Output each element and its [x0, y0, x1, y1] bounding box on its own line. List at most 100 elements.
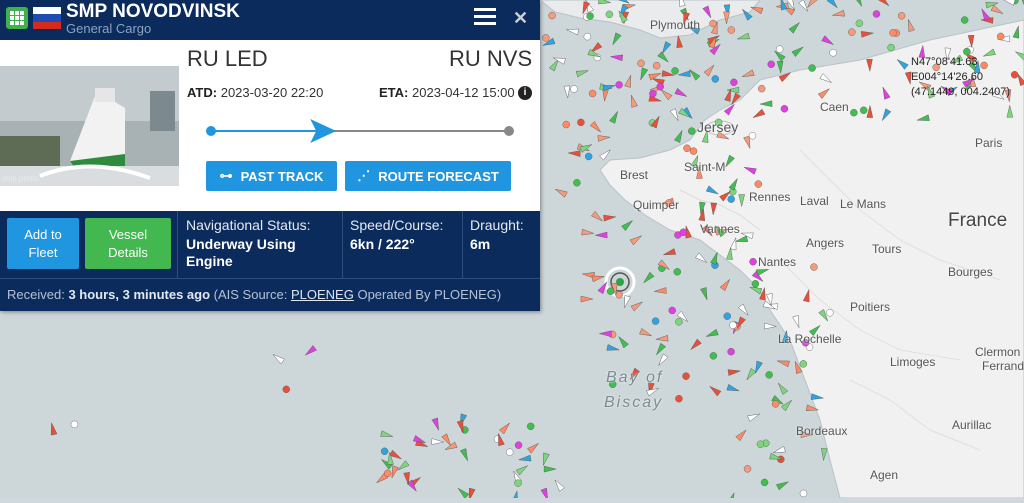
cursor-coordinates: N47°08'41.63 E004°14'26.60 (47.1449, 004…	[911, 55, 1010, 100]
map-label: Agen	[870, 468, 899, 482]
ship-marker[interactable]	[656, 82, 664, 91]
coord-lat: N47°08'41.63	[911, 56, 978, 68]
track-icon: ⊶	[219, 168, 233, 183]
ship-marker[interactable]	[751, 280, 760, 288]
ship-marker[interactable]	[673, 268, 682, 276]
ship-marker[interactable]	[729, 321, 737, 329]
ship-marker[interactable]	[897, 12, 906, 20]
ship-marker[interactable]	[651, 317, 660, 325]
ship-marker[interactable]	[765, 371, 773, 379]
ship-marker[interactable]	[799, 360, 808, 368]
map-label: Quimper	[633, 198, 680, 212]
ship-marker[interactable]	[799, 489, 808, 498]
ship-marker[interactable]	[709, 19, 717, 28]
hamburger-menu-icon[interactable]	[474, 8, 496, 26]
ship-marker[interactable]	[760, 478, 769, 487]
ship-marker[interactable]	[996, 32, 1005, 41]
ship-marker[interactable]	[514, 441, 523, 449]
ship-marker[interactable]	[887, 43, 895, 52]
ship-marker[interactable]	[675, 394, 683, 403]
ship-marker[interactable]	[573, 179, 581, 187]
ship-marker[interactable]	[688, 127, 696, 135]
ship-marker[interactable]	[1010, 71, 1019, 79]
ship-marker[interactable]	[829, 49, 837, 57]
add-to-fleet-button[interactable]: Add to Fleet	[7, 218, 79, 269]
ship-marker[interactable]	[615, 291, 623, 299]
draught: Draught: 6m	[470, 217, 524, 253]
russia-flag-icon	[33, 7, 61, 29]
ship-marker[interactable]	[754, 180, 763, 188]
ship-marker[interactable]	[383, 469, 392, 478]
ship-marker[interactable]	[505, 448, 514, 456]
ship-marker[interactable]	[675, 318, 683, 326]
ship-marker[interactable]	[826, 309, 834, 317]
ship-marker[interactable]	[748, 132, 757, 140]
ship-marker[interactable]	[527, 422, 535, 431]
ship-marker[interactable]	[775, 45, 784, 53]
ship-marker[interactable]	[682, 372, 690, 380]
ship-marker[interactable]	[730, 78, 738, 87]
ship-marker[interactable]	[588, 89, 597, 98]
ship-marker[interactable]	[727, 347, 735, 356]
ship-marker[interactable]	[679, 228, 688, 236]
nav-status-value-1: Underway Using	[186, 236, 296, 252]
destination-port[interactable]: RU NVS	[449, 46, 532, 72]
vessel-photo[interactable]: ship photo	[0, 66, 179, 186]
ship-marker[interactable]	[282, 385, 290, 394]
ship-marker[interactable]	[723, 312, 731, 320]
ship-marker[interactable]	[711, 75, 719, 83]
divider	[177, 211, 178, 278]
ship-marker[interactable]	[889, 29, 897, 37]
departure-port[interactable]: RU LED	[187, 46, 268, 72]
ship-marker[interactable]	[649, 89, 657, 98]
ship-marker[interactable]	[855, 19, 864, 27]
ship-marker[interactable]	[808, 64, 816, 72]
ship-marker[interactable]	[850, 108, 858, 117]
ship-marker[interactable]	[605, 10, 614, 19]
ship-marker[interactable]	[860, 106, 868, 114]
ship-marker[interactable]	[810, 263, 818, 271]
ship-marker[interactable]	[727, 195, 735, 203]
info-icon[interactable]: i	[518, 86, 532, 100]
ship-marker[interactable]	[583, 32, 592, 41]
route-forecast-button[interactable]: ⋰ ROUTE FORECAST	[345, 161, 511, 191]
ship-marker[interactable]	[683, 144, 691, 152]
ship-marker[interactable]	[709, 352, 718, 360]
ship-marker[interactable]	[652, 61, 661, 70]
ship-marker[interactable]	[380, 447, 389, 455]
ship-marker[interactable]	[542, 34, 550, 42]
coord-decimal: (47.1449, 004.2407)	[911, 86, 1011, 98]
ship-marker[interactable]	[70, 420, 79, 429]
ship-marker[interactable]	[637, 59, 645, 68]
ship-marker[interactable]	[767, 60, 775, 68]
ship-marker[interactable]	[689, 147, 698, 155]
ship-marker[interactable]	[848, 28, 856, 36]
ship-marker[interactable]	[960, 16, 969, 24]
ship-marker[interactable]	[727, 26, 736, 34]
ship-marker[interactable]	[780, 105, 789, 113]
ship-marker[interactable]	[743, 465, 752, 473]
ship-marker[interactable]	[756, 440, 765, 448]
ship-marker[interactable]	[872, 10, 881, 18]
received-prefix: Received:	[7, 287, 65, 302]
ship-marker[interactable]	[586, 12, 594, 20]
ship-marker[interactable]	[771, 400, 780, 408]
ship-marker[interactable]	[757, 84, 766, 93]
close-icon[interactable]: ✕	[513, 8, 528, 29]
grid-menu-icon[interactable]	[6, 7, 28, 29]
ship-marker[interactable]	[671, 67, 679, 75]
source-link[interactable]: PLOENEG	[291, 287, 354, 302]
past-track-button[interactable]: ⊶ PAST TRACK	[206, 161, 337, 191]
vessel-details-button[interactable]: Vessel Details	[85, 218, 171, 269]
ship-marker[interactable]	[570, 85, 578, 93]
ship-marker[interactable]	[615, 81, 623, 89]
ship-marker[interactable]	[514, 479, 522, 487]
map-label: Bordeaux	[796, 424, 848, 438]
ship-marker[interactable]	[562, 120, 570, 129]
ship-marker[interactable]	[577, 118, 585, 127]
nav-status: Navigational Status: Underway Using Engin…	[186, 217, 311, 270]
ship-marker[interactable]	[668, 306, 676, 315]
ship-marker[interactable]	[548, 11, 556, 20]
ship-marker[interactable]	[749, 258, 757, 266]
ship-marker[interactable]	[584, 152, 593, 161]
